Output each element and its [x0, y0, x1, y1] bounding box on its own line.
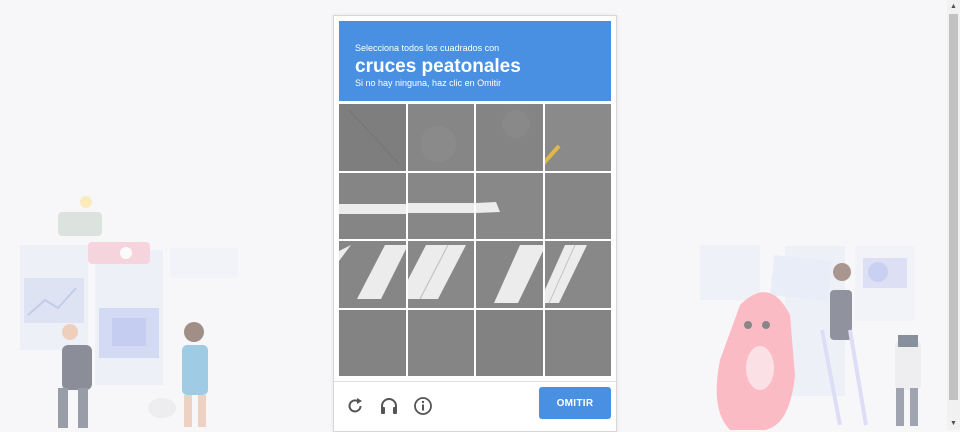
headphones-icon: [381, 398, 397, 414]
left-illustration: [20, 196, 238, 428]
tile-r4c3[interactable]: [476, 309, 543, 376]
reload-button[interactable]: [343, 394, 367, 418]
info-button[interactable]: [411, 394, 435, 418]
tile-r4c4[interactable]: [544, 309, 611, 376]
page-scrollbar[interactable]: ▲ ▼: [947, 0, 960, 430]
tile-r4c2[interactable]: [407, 309, 474, 376]
tile-r2c3[interactable]: [476, 172, 543, 239]
captcha-widget: Selecciona todos los cuadrados con cruce…: [333, 15, 617, 432]
info-icon: [414, 397, 432, 415]
skip-button[interactable]: OMITIR: [539, 387, 611, 419]
image-grid: [339, 104, 611, 376]
tile-r4c1[interactable]: [339, 309, 406, 376]
tile-r3c1[interactable]: [339, 241, 406, 308]
target-object-label: cruces peatonales: [355, 56, 521, 77]
reload-icon: [348, 398, 362, 413]
scroll-down-arrow-icon[interactable]: ▼: [947, 417, 960, 430]
tile-r3c3[interactable]: [476, 241, 543, 308]
audio-challenge-button[interactable]: [377, 394, 401, 418]
scrollbar-thumb[interactable]: [949, 14, 958, 400]
tile-r2c1[interactable]: [339, 172, 406, 239]
tile-r1c1[interactable]: [339, 104, 406, 171]
right-illustration: [700, 245, 921, 430]
tile-r1c3[interactable]: [476, 104, 543, 171]
instruction-text: Selecciona todos los cuadrados con: [355, 43, 500, 53]
tile-r3c2[interactable]: [407, 241, 474, 308]
scroll-up-arrow-icon[interactable]: ▲: [947, 0, 960, 13]
challenge-header: Selecciona todos los cuadrados con cruce…: [339, 21, 611, 101]
tile-r2c2[interactable]: [407, 172, 474, 239]
tile-r1c4[interactable]: [544, 104, 611, 171]
skip-hint-text: Si no hay ninguna, haz clic en Omitir: [355, 78, 502, 88]
tile-r2c4[interactable]: [544, 172, 611, 239]
tile-r3c4[interactable]: [544, 241, 611, 308]
tile-r1c2[interactable]: [407, 104, 474, 171]
challenge-footer: OMITIR: [334, 381, 616, 432]
